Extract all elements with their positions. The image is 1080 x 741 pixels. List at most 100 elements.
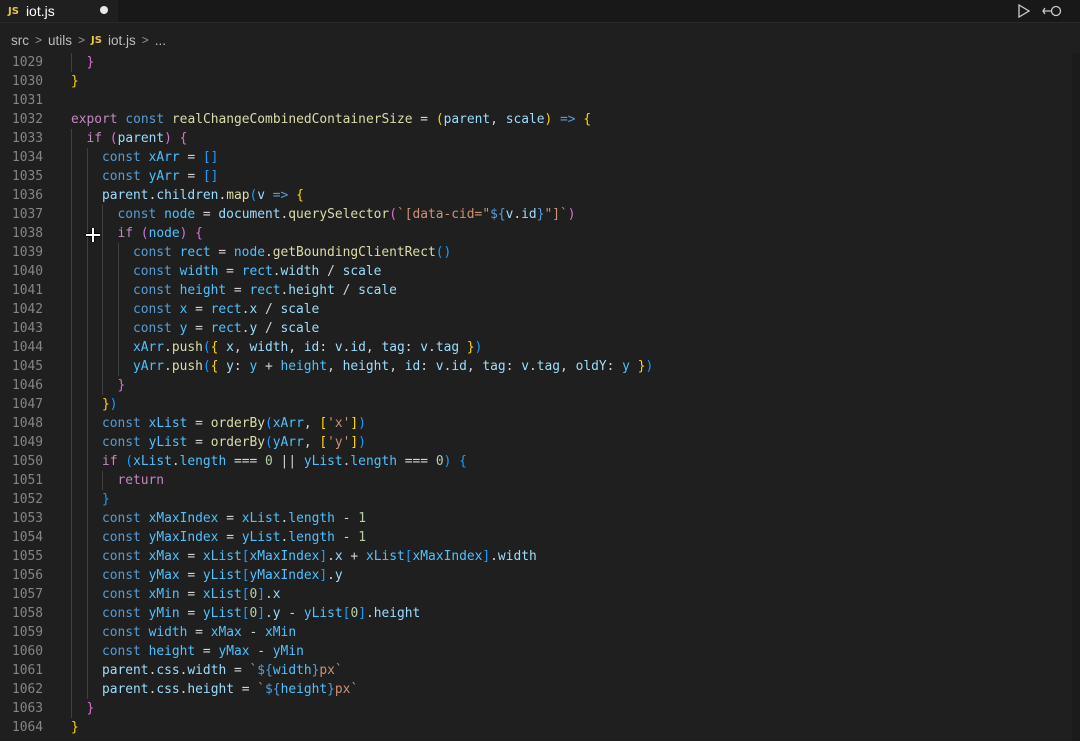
code-token: = xyxy=(226,283,250,298)
code-line[interactable]: 1064} xyxy=(0,718,1072,737)
code-line[interactable]: 1056 const yMax = yList[yMaxIndex].y xyxy=(0,566,1072,585)
code-token: xArr xyxy=(133,340,165,355)
code-line[interactable]: 1062 parent.css.height = `${height}px` xyxy=(0,680,1072,699)
run-icon[interactable] xyxy=(1017,3,1031,19)
code-token: const xyxy=(102,549,141,564)
code-line[interactable]: 1061 parent.css.width = `${width}px` xyxy=(0,661,1072,680)
code-line[interactable]: 1033 if (parent) { xyxy=(0,129,1072,148)
code-line[interactable]: 1030} xyxy=(0,72,1072,91)
breadcrumb-file[interactable]: iot.js xyxy=(108,33,136,48)
code-token: width xyxy=(272,663,312,678)
code-token: rect xyxy=(210,302,242,317)
code-token: ] xyxy=(358,606,366,621)
code-token: . xyxy=(528,359,537,374)
code-text: xArr.push({ x, width, id: v.id, tag: v.t… xyxy=(133,338,482,357)
editor-scrollbar[interactable] xyxy=(1072,53,1080,741)
code-line[interactable]: 1051 return xyxy=(0,471,1072,490)
code-token: { xyxy=(179,131,188,146)
code-line[interactable]: 1055 const xMax = xList[xMaxIndex].x + xL… xyxy=(0,547,1072,566)
code-line[interactable]: 1041 const height = rect.height / scale xyxy=(0,281,1072,300)
line-number: 1056 xyxy=(11,568,43,583)
code-line[interactable]: 1044 xArr.push({ x, width, id: v.id, tag:… xyxy=(0,338,1072,357)
code-line[interactable]: 1040 const width = rect.width / scale xyxy=(0,262,1072,281)
code-line[interactable]: 1060 const height = yMax - yMin xyxy=(0,642,1072,661)
line-number: 1036 xyxy=(11,188,43,203)
indent-guide xyxy=(86,186,88,205)
code-line[interactable]: 1047}) xyxy=(0,395,1072,414)
code-token: / xyxy=(257,302,281,317)
code-token: - xyxy=(280,606,304,621)
code-text: const height = rect.height / scale xyxy=(133,281,397,300)
code-line[interactable]: 1029} xyxy=(0,53,1072,72)
code-token: : xyxy=(505,359,522,374)
code-token: ) xyxy=(645,359,654,374)
code-line[interactable]: 1049 const yList = orderBy(yArr, ['y']) xyxy=(0,433,1072,452)
line-number: 1048 xyxy=(11,416,43,431)
indent-guide xyxy=(71,338,72,357)
code-token: xMaxIndex xyxy=(412,549,483,564)
indent-guide xyxy=(86,566,88,585)
code-token: [ xyxy=(241,587,250,602)
code-line[interactable]: 1052} xyxy=(0,490,1072,509)
code-token: xList xyxy=(365,549,405,564)
breadcrumb-more[interactable]: ... xyxy=(155,33,166,48)
indent-guide xyxy=(71,452,72,471)
code-token: push xyxy=(171,340,203,355)
code-line[interactable]: 1042 const x = rect.x / scale xyxy=(0,300,1072,319)
code-line[interactable]: 1063} xyxy=(0,699,1072,718)
code-token: length xyxy=(350,454,397,469)
code-line[interactable]: 1037 const node = document. querySelector(… xyxy=(0,205,1072,224)
code-token: v xyxy=(420,340,429,355)
code-line[interactable]: 1031 xyxy=(0,91,1072,110)
code-token: . xyxy=(171,454,180,469)
code-line[interactable]: 1036 parent.children.map(v => { xyxy=(0,186,1072,205)
code-token: ] xyxy=(257,587,266,602)
code-line[interactable]: 1050 if (xList.length === 0 || yList.leng… xyxy=(0,452,1072,471)
indent-guide xyxy=(71,395,72,414)
line-number: 1031 xyxy=(11,93,43,108)
code-line[interactable]: 1046} xyxy=(0,376,1072,395)
code-line[interactable]: 1048 const xList = orderBy(xArr, ['x']) xyxy=(0,414,1072,433)
line-number: 1054 xyxy=(11,530,43,545)
code-line[interactable]: 1053 const xMaxIndex = xList.length - 1 xyxy=(0,509,1072,528)
code-token: return xyxy=(117,473,165,488)
code-line[interactable]: 1034 const xArr = [] xyxy=(0,148,1072,167)
code-line[interactable]: 1054 const yMaxIndex = yList.length - 1 xyxy=(0,528,1072,547)
code-line[interactable]: 1035 const yArr = [] xyxy=(0,167,1072,186)
line-number: 1038 xyxy=(11,226,43,241)
code-text: const rect = node.getBoundingClientRect(… xyxy=(133,243,451,262)
code-text: const x = rect.x / scale xyxy=(133,300,319,319)
code-token: yMaxIndex xyxy=(148,530,219,545)
code-token: if xyxy=(102,454,118,469)
code-token: . xyxy=(265,606,273,621)
code-line[interactable]: 1039 const rect = node.getBoundingClientR… xyxy=(0,243,1072,262)
code-line[interactable]: 1058 const yMin = yList[0].y - yList[0].h… xyxy=(0,604,1072,623)
indent-guide xyxy=(86,243,88,262)
code-text: const xMaxIndex = xList.length - 1 xyxy=(102,509,366,528)
tab-iot-js[interactable]: JS iot.js xyxy=(0,0,118,22)
indent-guide xyxy=(86,376,88,395)
code-line[interactable]: 1045 yArr.push({ y: y + height, height, i… xyxy=(0,357,1072,376)
indent-guide xyxy=(71,300,72,319)
breadcrumb-utils[interactable]: utils xyxy=(48,33,72,48)
line-number: 1034 xyxy=(11,150,43,165)
code-line[interactable]: 1043 const y = rect.y / scale xyxy=(0,319,1072,338)
indent-guide xyxy=(86,262,88,281)
code-line[interactable]: 1057 const xMin = xList[0].x xyxy=(0,585,1072,604)
diff-icon[interactable] xyxy=(1042,3,1064,19)
breadcrumb-src[interactable]: src xyxy=(11,33,29,48)
code-text: const xArr = [] xyxy=(102,148,218,167)
code-token: v xyxy=(521,359,529,374)
code-token: id xyxy=(521,207,537,222)
code-line[interactable]: 1032 export const realChangeCombinedConta… xyxy=(0,110,1072,129)
code-editor[interactable]: 1029} 1030} 1031 1032 export const realChang… xyxy=(0,53,1072,741)
unsaved-dot-icon[interactable] xyxy=(100,6,108,14)
code-line[interactable]: 1038 if (node) { xyxy=(0,224,1072,243)
code-line[interactable]: 1059 const width = xMax - xMin xyxy=(0,623,1072,642)
code-token: ( xyxy=(125,454,134,469)
code-token: 1 xyxy=(358,511,366,526)
code-token: [ xyxy=(319,416,328,431)
